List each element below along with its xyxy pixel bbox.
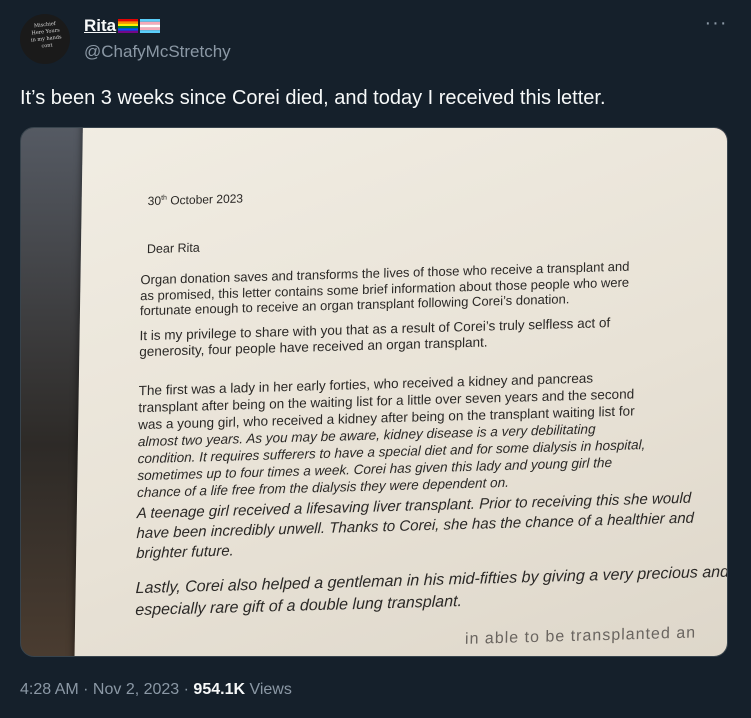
meta-separator: · (179, 681, 194, 698)
tweet-photo[interactable]: 30th October 2023 Dear Rita Organ donati… (20, 127, 728, 657)
tweet-text: It’s been 3 weeks since Corei died, and … (20, 87, 606, 109)
display-name[interactable]: Rita (84, 16, 116, 36)
rainbow-pride-flag-icon (118, 19, 139, 33)
letter-paper: 30th October 2023 Dear Rita Organ donati… (73, 128, 728, 656)
letter-paragraph-4: A teenage girl received a lifesaving liv… (136, 489, 695, 563)
avatar-handwriting: Mischief Here Yours in my hands cont (30, 20, 62, 50)
more-horizontal-icon[interactable]: ··· (702, 13, 730, 36)
letter-paragraph-6-partial: in able to be transplanted an (464, 624, 697, 648)
meta-separator: · (78, 681, 93, 698)
tweet-time[interactable]: 4:28 AM (20, 681, 79, 698)
tweet-meta: 4:28 AM · Nov 2, 2023 · 954.1K Views (20, 681, 292, 699)
display-name-row: Rita (84, 16, 161, 36)
letter-paragraph-2: It is my privilege to share with you tha… (139, 315, 611, 360)
views-count: 954.1K (193, 681, 246, 698)
tweet-date[interactable]: Nov 2, 2023 (93, 681, 179, 698)
transgender-flag-icon (140, 19, 161, 33)
letter-date: 30th October 2023 (147, 191, 244, 209)
letter-paragraph-1: Organ donation saves and transforms the … (139, 258, 630, 319)
letter-paragraph-3: The first was a lady in her early fortie… (137, 370, 646, 501)
letter-paragraph-5: Lastly, Corei also helped a gentleman in… (135, 563, 728, 620)
views-label: Views (245, 681, 292, 698)
letter-greeting: Dear Rita (146, 240, 200, 257)
avatar[interactable]: Mischief Here Yours in my hands cont (20, 14, 70, 64)
user-handle[interactable]: @ChafyMcStretchy (84, 42, 231, 62)
